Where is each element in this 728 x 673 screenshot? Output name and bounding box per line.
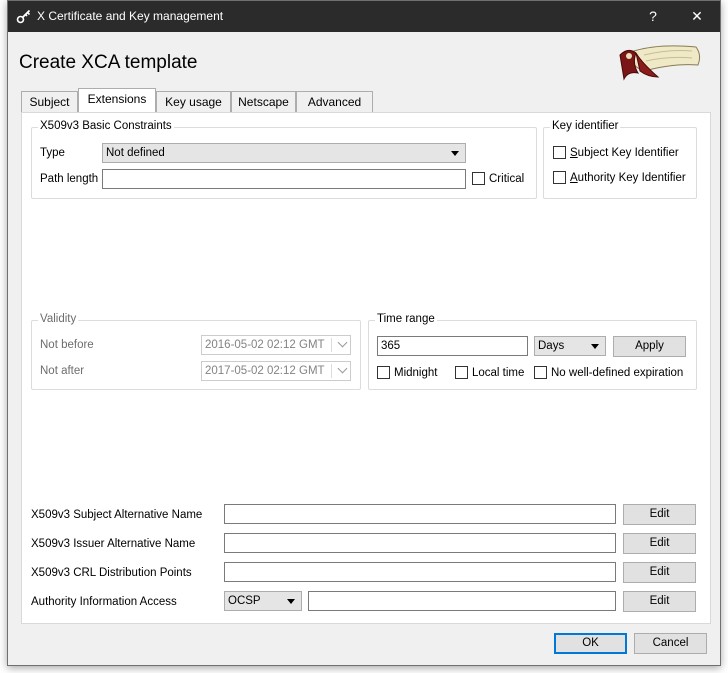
apply-button[interactable]: Apply bbox=[613, 336, 686, 357]
crl-label: X509v3 CRL Distribution Points bbox=[31, 567, 192, 579]
ian-label: X509v3 Issuer Alternative Name bbox=[31, 538, 196, 550]
crl-edit-button[interactable]: Edit bbox=[623, 562, 696, 583]
path-length-input[interactable] bbox=[102, 169, 466, 189]
type-label: Type bbox=[40, 147, 65, 159]
midnight-label: Midnight bbox=[394, 367, 438, 379]
path-length-label: Path length bbox=[40, 173, 99, 185]
no-expiration-label: No well-defined expiration bbox=[551, 367, 684, 379]
cancel-button[interactable]: Cancel bbox=[634, 633, 707, 654]
san-input[interactable] bbox=[224, 504, 616, 524]
close-button[interactable]: ✕ bbox=[675, 1, 719, 32]
tab-extensions[interactable]: Extensions bbox=[78, 88, 156, 112]
dialog-window: X Certificate and Key management ? ✕ Cre… bbox=[7, 0, 721, 666]
not-before-datetime[interactable]: 2016-05-02 02:12 GMT bbox=[201, 335, 351, 355]
tab-bar: Subject Extensions Key usage Netscape Ad… bbox=[21, 88, 711, 113]
chevron-down-icon bbox=[451, 151, 459, 156]
chevron-down-icon bbox=[337, 337, 348, 348]
time-range-unit-select[interactable]: Days bbox=[534, 336, 606, 356]
tab-advanced[interactable]: Advanced bbox=[296, 91, 373, 112]
ok-button[interactable]: OK bbox=[554, 633, 627, 654]
title-bar[interactable]: X Certificate and Key management ? ✕ bbox=[8, 1, 720, 32]
time-range-title: Time range bbox=[375, 313, 437, 325]
extensions-panel: X509v3 Basic Constraints Type Not define… bbox=[21, 112, 711, 624]
not-before-label: Not before bbox=[40, 339, 94, 351]
subject-key-identifier-label: Subject Key Identifier bbox=[570, 147, 679, 159]
ian-edit-button[interactable]: Edit bbox=[623, 533, 696, 554]
type-select[interactable]: Not defined bbox=[102, 143, 466, 163]
window-title: X Certificate and Key management bbox=[37, 9, 224, 23]
tab-subject[interactable]: Subject bbox=[21, 91, 78, 112]
chevron-down-icon bbox=[591, 344, 599, 349]
local-time-label: Local time bbox=[472, 367, 525, 379]
authority-key-identifier-checkbox[interactable] bbox=[553, 171, 566, 184]
page-title: Create XCA template bbox=[19, 52, 198, 73]
key-identifier-group: Key identifier bbox=[543, 120, 697, 199]
datetime-separator bbox=[331, 364, 332, 378]
chevron-down-icon bbox=[287, 599, 295, 604]
local-time-checkbox[interactable] bbox=[455, 366, 468, 379]
critical-checkbox[interactable] bbox=[472, 172, 485, 185]
midnight-checkbox[interactable] bbox=[377, 366, 390, 379]
validity-title: Validity bbox=[38, 313, 79, 325]
chevron-down-icon bbox=[337, 363, 348, 374]
critical-label: Critical bbox=[489, 173, 525, 185]
key-icon bbox=[16, 8, 32, 27]
san-label: X509v3 Subject Alternative Name bbox=[31, 509, 203, 521]
datetime-separator bbox=[331, 338, 332, 352]
type-select-value: Not defined bbox=[106, 147, 165, 159]
time-range-amount-input[interactable]: 365 bbox=[377, 336, 528, 356]
key-identifier-title: Key identifier bbox=[550, 120, 621, 132]
crl-input[interactable] bbox=[224, 562, 616, 582]
not-after-label: Not after bbox=[40, 365, 85, 377]
help-button[interactable]: ? bbox=[631, 1, 675, 32]
aia-edit-button[interactable]: Edit bbox=[623, 591, 696, 612]
no-expiration-checkbox[interactable] bbox=[534, 366, 547, 379]
time-range-unit-value: Days bbox=[538, 340, 565, 352]
aia-type-select[interactable]: OCSP bbox=[224, 591, 302, 611]
san-edit-button[interactable]: Edit bbox=[623, 504, 696, 525]
aia-input[interactable] bbox=[308, 591, 616, 611]
scroll-logo bbox=[614, 41, 704, 88]
not-before-value: 2016-05-02 02:12 GMT bbox=[205, 339, 325, 351]
aia-type-value: OCSP bbox=[228, 595, 261, 607]
tab-key-usage[interactable]: Key usage bbox=[156, 91, 231, 112]
aia-label: Authority Information Access bbox=[31, 596, 177, 608]
not-after-value: 2017-05-02 02:12 GMT bbox=[205, 365, 325, 377]
subject-key-identifier-checkbox[interactable] bbox=[553, 146, 566, 159]
tab-netscape[interactable]: Netscape bbox=[231, 91, 296, 112]
basic-constraints-title: X509v3 Basic Constraints bbox=[38, 120, 174, 132]
ian-input[interactable] bbox=[224, 533, 616, 553]
not-after-datetime[interactable]: 2017-05-02 02:12 GMT bbox=[201, 361, 351, 381]
authority-key-identifier-label: Authority Key Identifier bbox=[570, 172, 686, 184]
